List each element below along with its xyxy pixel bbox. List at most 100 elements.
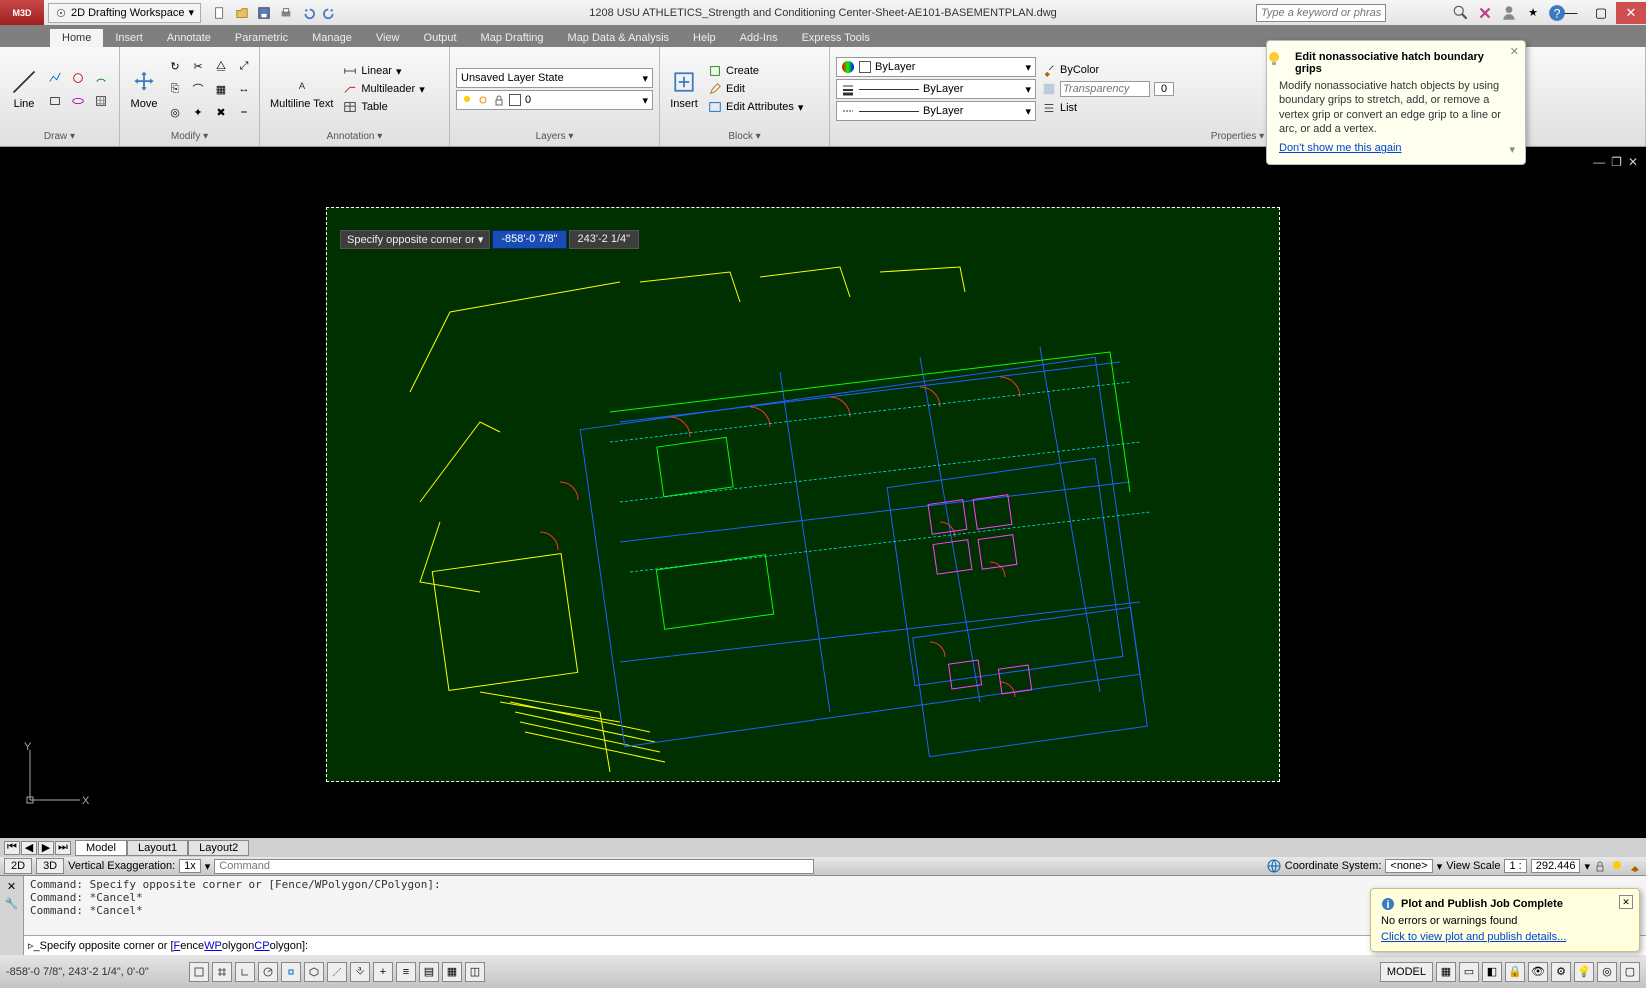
layout-tab-2[interactable]: Layout2 [188,840,249,856]
layer-dropdown[interactable]: 0▾ [456,90,653,110]
tab-addins[interactable]: Add-Ins [728,29,790,47]
chevron-down-icon[interactable]: ▾ [1509,143,1515,156]
workspace-dropdown[interactable]: 2D Drafting Workspace ▾ [48,3,201,23]
tab-map-drafting[interactable]: Map Drafting [469,29,556,47]
osnap-icon[interactable] [281,962,301,982]
table-button[interactable]: Table [339,99,428,115]
panel-layers-title[interactable]: Layers [456,129,653,144]
save-icon[interactable] [255,4,273,22]
tab-view[interactable]: View [364,29,412,47]
new-icon[interactable] [211,4,229,22]
tab-annotate[interactable]: Annotate [155,29,223,47]
mirror-icon[interactable]: ⧋ [210,55,232,77]
join-icon[interactable]: ⎯ [233,101,255,123]
trim-icon[interactable]: ✂ [187,55,209,77]
line-button[interactable]: Line [6,66,42,112]
panel-annotation-title[interactable]: Annotation [266,129,443,144]
layout-tab-1[interactable]: Layout1 [127,840,188,856]
tab-home[interactable]: Home [50,29,103,47]
exchange-icon[interactable] [1476,4,1494,22]
tpy-icon[interactable]: ▤ [419,962,439,982]
quick-view-icon[interactable]: ◧ [1482,962,1502,982]
erase-icon[interactable]: ✖ [210,101,232,123]
ellipse-icon[interactable] [67,90,89,112]
hardware-accel-icon[interactable]: 💡 [1574,962,1594,982]
globe-icon[interactable] [1267,859,1281,873]
search-icon[interactable] [1452,4,1470,22]
dynamic-input-y[interactable]: 243'-2 1/4" [569,230,640,249]
bulb-icon[interactable] [1610,859,1624,873]
command-window-handle[interactable]: ✕ 🔧 [0,876,24,955]
ortho-icon[interactable] [235,962,255,982]
panel-modify-title[interactable]: Modify [126,129,253,144]
move-button[interactable]: Move [126,66,162,112]
ve-value[interactable]: 1x [179,859,201,873]
copy-icon[interactable]: ⎘ [164,78,186,100]
btn-2d[interactable]: 2D [4,858,32,874]
tab-map-data[interactable]: Map Data & Analysis [556,29,682,47]
minimize-button[interactable]: — [1556,2,1586,24]
signin-icon[interactable] [1500,4,1518,22]
tab-insert[interactable]: Insert [103,29,155,47]
mleader-button[interactable]: Multileader ▾ [339,81,428,97]
sc-icon[interactable]: ◫ [465,962,485,982]
rectangle-icon[interactable] [44,90,66,112]
search-input[interactable] [1256,4,1386,22]
close-button[interactable]: ✕ [1616,2,1646,24]
array-icon[interactable]: ▦ [210,78,232,100]
3dosnap-icon[interactable] [304,962,324,982]
tooltip-dismiss-link[interactable]: Don't show me this again [1279,142,1402,154]
ducs-icon[interactable]: ⎀ [350,962,370,982]
dynamic-input-x[interactable]: -858'-0 7/8" [492,230,566,249]
offset-icon[interactable]: ◎ [164,101,186,123]
isolate-icon[interactable]: ◎ [1597,962,1617,982]
child-minimize-icon[interactable]: — [1593,155,1605,169]
lock-icon[interactable] [1594,860,1606,872]
annotation-scale-icon[interactable]: 🔒 [1505,962,1525,982]
notification-link[interactable]: Click to view plot and publish details..… [1381,931,1566,943]
tab-parametric[interactable]: Parametric [223,29,300,47]
vs-value-1[interactable]: 1 : [1504,859,1526,873]
explode-icon[interactable]: ✦ [187,101,209,123]
tab-first-icon[interactable]: ⏮ [4,841,20,855]
wrench-icon[interactable]: 🔧 [5,897,19,910]
list-button[interactable]: List [1038,100,1208,116]
linear-button[interactable]: Linear ▾ [339,63,428,79]
drawing-canvas[interactable]: — ❐ ✕ Specify opposite corner or ▾ -858'… [0,147,1646,838]
btn-3d[interactable]: 3D [36,858,64,874]
linetype-dropdown[interactable]: ByLayer▾ [836,101,1036,121]
snap-icon[interactable] [189,962,209,982]
create-button[interactable]: Create [704,63,807,79]
grid-icon[interactable] [212,962,232,982]
dyn-icon[interactable]: + [373,962,393,982]
tab-manage[interactable]: Manage [300,29,364,47]
child-restore-icon[interactable]: ❐ [1611,155,1622,169]
panel-block-title[interactable]: Block [666,129,823,144]
close-icon[interactable]: ✕ [7,880,16,893]
tab-help[interactable]: Help [681,29,728,47]
print-icon[interactable] [277,4,295,22]
maximize-button[interactable]: ▢ [1586,2,1616,24]
model-button[interactable]: MODEL [1380,962,1433,982]
rotate-icon[interactable]: ↻ [164,55,186,77]
tab-last-icon[interactable]: ⏭ [55,841,71,855]
trowel-icon[interactable] [1628,859,1642,873]
qp-icon[interactable]: ▦ [442,962,462,982]
tab-next-icon[interactable]: ▶ [38,841,54,855]
lwt-icon[interactable]: ≡ [396,962,416,982]
cs-value[interactable]: <none> [1385,859,1432,873]
tab-output[interactable]: Output [412,29,469,47]
status-grid-icon[interactable]: ▦ [1436,962,1456,982]
tab-prev-icon[interactable]: ◀ [21,841,37,855]
circle-icon[interactable] [67,67,89,89]
child-close-icon[interactable]: ✕ [1628,155,1638,169]
edit-button[interactable]: Edit [704,81,807,97]
command-input-bar[interactable] [214,859,814,874]
clean-screen-icon[interactable]: ▢ [1620,962,1640,982]
stretch-icon[interactable]: ↔ [233,78,255,100]
scale-icon[interactable]: ⤢ [233,55,255,77]
tab-express[interactable]: Express Tools [790,29,882,47]
workspace-icon[interactable]: ⚙ [1551,962,1571,982]
redo-icon[interactable] [321,4,339,22]
hatch-icon[interactable] [90,90,112,112]
